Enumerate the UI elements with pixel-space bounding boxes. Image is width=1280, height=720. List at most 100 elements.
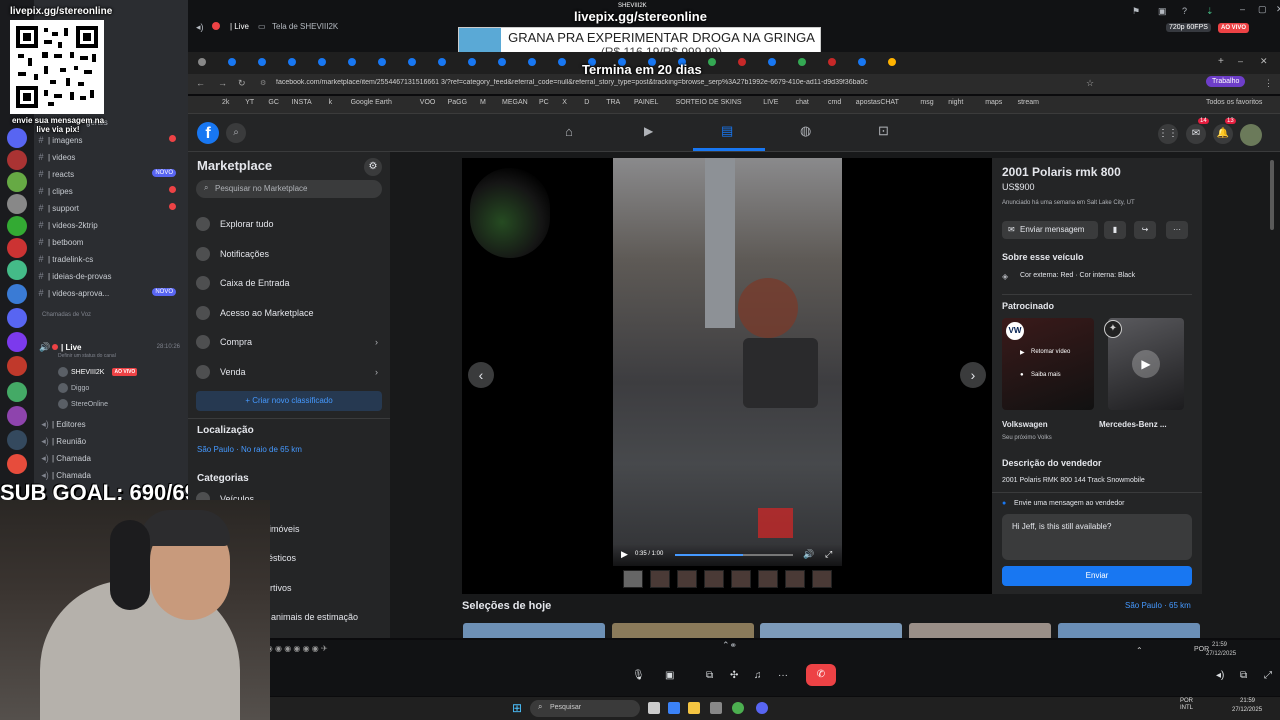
sponsored-ad-mercedes[interactable]: ✦ ▶: [1104, 318, 1184, 410]
ad2-name[interactable]: Mercedes-Benz ...: [1099, 420, 1167, 429]
text-channel[interactable]: # | videos-2ktrip: [34, 217, 184, 233]
bookmark[interactable]: LIVE: [763, 99, 778, 106]
bookmark[interactable]: PC: [539, 99, 549, 106]
close-icon[interactable]: ✕: [1260, 56, 1268, 67]
text-channel[interactable]: # | ideias-de-provas: [34, 268, 184, 284]
bookmark[interactable]: GC: [268, 99, 279, 106]
server-icon[interactable]: [7, 238, 27, 258]
browser-tab[interactable]: [828, 58, 836, 66]
chrome-icon[interactable]: [732, 702, 744, 714]
next-photo-button[interactable]: ›: [960, 362, 986, 388]
browser-tab[interactable]: [288, 58, 296, 66]
bookmark[interactable]: D: [584, 99, 589, 106]
share-icon[interactable]: ↪: [1134, 221, 1156, 239]
bookmark[interactable]: stream: [1018, 99, 1039, 106]
profile-chip[interactable]: Trabalho: [1206, 76, 1246, 87]
windows-start-icon[interactable]: ⊞: [512, 701, 522, 715]
soundboard-icon[interactable]: ♫: [754, 670, 762, 681]
photo-thumbnail[interactable]: [677, 570, 697, 588]
sidebar-item[interactable]: Compra ›: [196, 329, 382, 355]
browser-tab[interactable]: [258, 58, 266, 66]
bookmark[interactable]: k: [329, 99, 333, 106]
bookmark[interactable]: YT: [245, 99, 254, 106]
all-bookmarks[interactable]: Todos os favoritos: [1206, 99, 1262, 106]
sidebar-item[interactable]: Caixa de Entrada: [196, 270, 382, 296]
taskbar-search-input[interactable]: ⌕ Pesquisar: [530, 700, 640, 717]
sidebar-item[interactable]: Venda ›: [196, 359, 382, 385]
microphone-icon[interactable]: 🎙: [632, 670, 645, 681]
server-icon[interactable]: [7, 382, 27, 402]
play-icon[interactable]: ▶: [1132, 350, 1160, 378]
edge-icon[interactable]: [668, 702, 680, 714]
screen-share-icon[interactable]: ⧉: [706, 670, 713, 681]
text-channel[interactable]: # | reacts NOVO: [34, 166, 184, 182]
text-channel[interactable]: # | videos-aprova... NOVO: [34, 285, 184, 301]
listing-card[interactable]: [612, 623, 754, 638]
sidebar-item[interactable]: Explorar tudo: [196, 211, 382, 237]
sidebar-item[interactable]: Acesso ao Marketplace: [196, 300, 382, 326]
sidebar-item[interactable]: Notificações: [196, 241, 382, 267]
play-icon[interactable]: ▶: [621, 549, 628, 560]
activities-icon[interactable]: ✣: [730, 670, 738, 681]
home-icon[interactable]: ⌂: [565, 124, 573, 139]
browser-tab[interactable]: [438, 58, 446, 66]
server-icon[interactable]: [7, 172, 27, 192]
bookmark[interactable]: cmd: [828, 99, 841, 106]
camera-icon[interactable]: ▣: [665, 670, 674, 681]
text-channel[interactable]: # | betboom: [34, 234, 184, 250]
server-icon[interactable]: [7, 260, 27, 280]
server-icon[interactable]: [7, 406, 27, 426]
text-channel[interactable]: # | videos: [34, 149, 184, 165]
video-progress-track[interactable]: [675, 554, 793, 556]
server-icon[interactable]: [7, 308, 27, 328]
browser-tab[interactable]: [498, 58, 506, 66]
browser-tab[interactable]: [798, 58, 806, 66]
tray-up-icon[interactable]: ⌃: [1136, 646, 1143, 655]
bookmark[interactable]: apostasCHAT: [856, 99, 899, 106]
leave-call-button[interactable]: ✆: [806, 664, 836, 686]
photo-thumbnail[interactable]: [812, 570, 832, 588]
browser-tab[interactable]: [888, 58, 896, 66]
close-icon[interactable]: ✕: [1276, 4, 1280, 15]
listing-card[interactable]: [463, 623, 605, 638]
voice-user[interactable]: SHEVIII2K AO VIVO: [58, 364, 184, 380]
url-field[interactable]: facebook.com/marketplace/item/2554467131…: [276, 79, 1056, 86]
facebook-logo-icon[interactable]: f: [197, 122, 219, 144]
more-options-icon[interactable]: ···: [1166, 221, 1188, 239]
bookmark[interactable]: 2k: [222, 99, 229, 106]
listing-video[interactable]: ▶ 0:35 / 1:00 🔊 ⤢: [613, 158, 842, 566]
menu-icon[interactable]: ⋮: [1264, 78, 1273, 89]
text-channel[interactable]: # | imagens: [34, 132, 184, 148]
photo-thumbnail[interactable]: [758, 570, 778, 588]
bookmark[interactable]: chat: [796, 99, 809, 106]
bookmark[interactable]: M: [480, 99, 486, 106]
inbox-icon[interactable]: ▣: [1158, 6, 1167, 17]
browser-tab[interactable]: [348, 58, 356, 66]
listing-card[interactable]: [909, 623, 1051, 638]
browser-tab[interactable]: [468, 58, 476, 66]
messenger-icon[interactable]: ✉: [1186, 124, 1206, 144]
voice-channel[interactable]: ◂) | Editores: [38, 416, 188, 432]
taskbar-lang[interactable]: POR INTL: [1180, 698, 1193, 712]
menu-grid-icon[interactable]: ⋮⋮: [1158, 124, 1178, 144]
server-icon[interactable]: [7, 284, 27, 304]
marketplace-icon[interactable]: ▤: [721, 123, 733, 139]
gaming-icon[interactable]: ⊡: [878, 123, 889, 139]
send-message-button[interactable]: ✉ Enviar mensagem: [1002, 221, 1098, 239]
server-icon[interactable]: [7, 430, 27, 450]
photo-thumbnail[interactable]: [785, 570, 805, 588]
browser-tab[interactable]: [408, 58, 416, 66]
location-link[interactable]: São Paulo · No raio de 65 km: [197, 445, 302, 454]
fullscreen-icon[interactable]: ⤢: [825, 549, 832, 560]
bell-icon[interactable]: 🔔: [1213, 124, 1233, 144]
download-icon[interactable]: ⇣: [1206, 6, 1214, 17]
search-input[interactable]: ⌕ Pesquisar no Marketplace: [196, 180, 382, 198]
task-view-icon[interactable]: [648, 702, 660, 714]
listing-card[interactable]: [760, 623, 902, 638]
bookmark[interactable]: MEGAN: [502, 99, 528, 106]
forward-icon[interactable]: →: [218, 78, 227, 88]
voice-user[interactable]: Diggo: [58, 380, 184, 396]
sponsored-ad-volkswagen[interactable]: VW ▶ Retomar vídeo ● Saiba mais: [1002, 318, 1094, 410]
ad1-name[interactable]: Volkswagen: [1002, 420, 1048, 429]
server-icon[interactable]: [7, 356, 27, 376]
